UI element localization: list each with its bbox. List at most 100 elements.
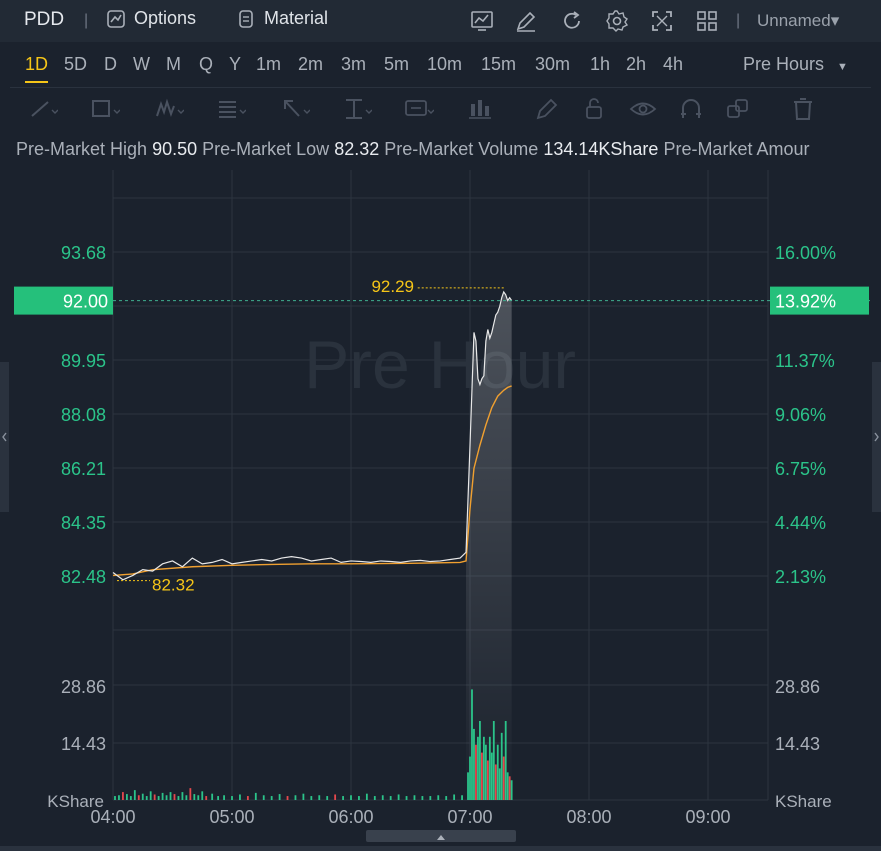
- volume-bar: [473, 728, 475, 800]
- symbol-name[interactable]: PDD: [24, 9, 64, 31]
- price-tick-label: 82.48: [61, 567, 106, 587]
- volume-bar: [506, 772, 509, 800]
- volume-tick-label: 28.86: [61, 677, 106, 697]
- volume-bar: [189, 788, 192, 800]
- interval-q[interactable]: Q: [199, 54, 213, 75]
- interval-1d[interactable]: 1D: [25, 54, 48, 75]
- layers-icon[interactable]: [724, 96, 754, 122]
- volume-bar: [494, 764, 497, 800]
- chart-box-icon: [107, 9, 125, 28]
- interval-1m[interactable]: 1m: [256, 54, 281, 75]
- volume-tick-label-right: 28.86: [775, 677, 820, 697]
- volume-bar: [217, 796, 220, 800]
- price-tick-label: 86.21: [61, 459, 106, 479]
- material-button[interactable]: Material: [236, 8, 328, 29]
- interval-2h[interactable]: 2h: [626, 54, 646, 75]
- pencil-icon[interactable]: [532, 96, 562, 122]
- volume-bar: [461, 795, 463, 800]
- active-interval-indicator: [25, 81, 48, 83]
- volume-bar: [508, 776, 511, 800]
- volume-bar: [413, 795, 416, 800]
- volume-bar: [477, 736, 479, 800]
- volume-bar: [484, 744, 487, 800]
- interval-5m[interactable]: 5m: [384, 54, 409, 75]
- eye-icon[interactable]: [628, 96, 658, 122]
- arrow-icon[interactable]: [280, 96, 310, 122]
- interval-5d[interactable]: 5D: [64, 54, 87, 75]
- rectangle-icon[interactable]: [90, 96, 120, 122]
- interval-4h[interactable]: 4h: [663, 54, 683, 75]
- time-tick-label: 06:00: [328, 807, 373, 827]
- trend-line-icon[interactable]: [28, 96, 58, 122]
- trash-icon[interactable]: [788, 96, 818, 122]
- interval-m[interactable]: M: [166, 54, 181, 75]
- draw-pen-icon[interactable]: [514, 9, 538, 33]
- volume-bar: [177, 796, 180, 800]
- right-panel-toggle[interactable]: [872, 362, 881, 512]
- caret-down-icon: ▼: [837, 61, 848, 73]
- volume-bar: [137, 795, 140, 800]
- volume-bar: [223, 795, 225, 800]
- volume-bar: [205, 796, 208, 800]
- volume-bar: [114, 796, 116, 800]
- volume-bar: [201, 791, 204, 800]
- session-label: Pre Hours: [743, 54, 825, 74]
- fullscreen-icon[interactable]: [650, 9, 674, 33]
- volume-bar: [350, 795, 352, 800]
- measure-icon[interactable]: [342, 96, 372, 122]
- volume-bar: [445, 796, 448, 800]
- time-scroll-handle[interactable]: [366, 830, 516, 842]
- volume-bar: [169, 792, 172, 800]
- options-button[interactable]: Options: [106, 8, 196, 29]
- volume-bar: [490, 752, 493, 800]
- price-chart[interactable]: Pre Hour 92.00 13.92% 92.29 82.32 93.68 16.00%…: [0, 160, 881, 830]
- volume-bar: [326, 796, 329, 800]
- candlestick-icon[interactable]: [466, 96, 496, 122]
- interval-3m[interactable]: 3m: [341, 54, 366, 75]
- magnet-icon[interactable]: [676, 96, 706, 122]
- interval-10m[interactable]: 10m: [427, 54, 462, 75]
- separator: |: [84, 12, 89, 29]
- interval-d[interactable]: D: [104, 54, 117, 75]
- volume-bar: [310, 796, 313, 800]
- interval-2m[interactable]: 2m: [298, 54, 323, 75]
- volume-bar: [231, 796, 233, 800]
- text-annotation-icon[interactable]: [404, 96, 434, 122]
- left-panel-toggle[interactable]: [0, 362, 9, 512]
- interval-1h[interactable]: 1h: [590, 54, 610, 75]
- material-label: Material: [264, 8, 329, 28]
- chevron-left-icon: [2, 432, 7, 442]
- interval-30m[interactable]: 30m: [535, 54, 570, 75]
- layout-dropdown[interactable]: Unnamed▾: [757, 11, 839, 31]
- price-tick-label: 93.68: [61, 243, 106, 263]
- volume-bar: [421, 796, 424, 800]
- interval-bar: 1D 5D D W M Q Y 1m 2m 3m 5m 10m 15m 30m …: [0, 42, 881, 86]
- interval-w[interactable]: W: [133, 54, 150, 75]
- chevron-up-icon: [437, 835, 445, 840]
- volume-bar: [492, 720, 495, 800]
- lock-icon[interactable]: [580, 96, 610, 122]
- volume-bar: [294, 795, 297, 800]
- fibonacci-icon[interactable]: [216, 96, 246, 122]
- time-tick-label: 09:00: [685, 807, 730, 827]
- volume-bar: [193, 794, 196, 800]
- indicator-chart-icon[interactable]: [470, 9, 494, 33]
- volume-bar: [437, 795, 440, 800]
- watermark: Pre Hour: [304, 327, 576, 403]
- interval-y[interactable]: Y: [229, 54, 241, 75]
- volume-bar: [373, 796, 376, 800]
- drawing-toolbar: [10, 87, 871, 127]
- volume-bar: [278, 794, 281, 800]
- grid-layout-icon[interactable]: [695, 9, 719, 33]
- premarket-stats: Pre-Market High 90.50 Pre-Market Low 82.…: [16, 139, 872, 160]
- session-dropdown[interactable]: Pre Hours ▼: [743, 54, 848, 75]
- gear-icon[interactable]: [605, 9, 629, 33]
- volume-bar: [239, 794, 241, 800]
- volume-bar: [469, 756, 471, 800]
- high-value: 90.50: [152, 139, 198, 159]
- wave-pattern-icon[interactable]: [154, 96, 184, 122]
- interval-15m[interactable]: 15m: [481, 54, 516, 75]
- volume-bar: [157, 796, 160, 800]
- refresh-icon[interactable]: [560, 9, 584, 33]
- volume-bar: [173, 794, 176, 800]
